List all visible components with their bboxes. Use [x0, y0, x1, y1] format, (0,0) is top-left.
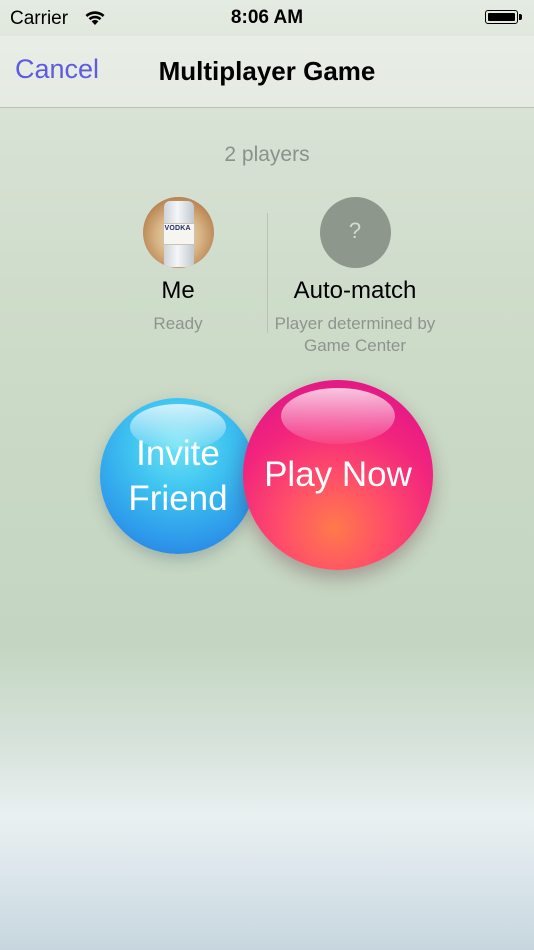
player-slot-me: VODKA Me Ready — [88, 197, 268, 335]
player-name-auto-match: Auto-match — [293, 277, 417, 304]
status-bar: Carrier 8:06 AM — [0, 0, 534, 36]
invite-friend-label: Invite Friend — [128, 434, 228, 518]
play-now-button[interactable]: Play Now — [243, 380, 433, 570]
battery-icon — [485, 10, 523, 26]
question-mark-icon: ? — [348, 218, 362, 243]
navigation-bar: Cancel Multiplayer Game — [0, 36, 534, 108]
player-status-auto-match: Player determined by Game Center — [274, 314, 436, 355]
avatar: VODKA — [142, 197, 214, 268]
player-status-me: Ready — [153, 314, 203, 333]
auto-match-avatar: ? — [319, 197, 391, 268]
player-slot-auto-match[interactable]: ? Auto-match Player determined by Game C… — [265, 197, 445, 357]
player-name-me: Me — [161, 277, 195, 304]
play-now-label: Play Now — [264, 455, 412, 494]
clock: 8:06 AM — [230, 7, 304, 28]
invite-friend-button[interactable]: Invite Friend — [100, 398, 256, 554]
page-title: Multiplayer Game — [158, 56, 376, 86]
player-count: 2 players — [224, 143, 310, 166]
